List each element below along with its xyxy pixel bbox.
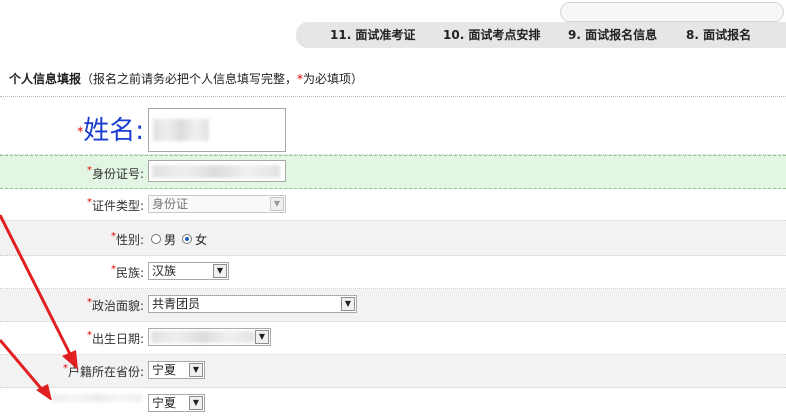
id-type-label: *证件类型:: [87, 197, 144, 214]
household-province-select[interactable]: 宁夏 ▼: [148, 361, 205, 379]
form-row-id-number: *身份证号:: [0, 155, 786, 189]
chevron-down-icon[interactable]: ▼: [213, 264, 227, 278]
gender-label: *性别:: [111, 231, 144, 248]
chevron-down-icon[interactable]: ▼: [255, 330, 269, 344]
section-title: 个人信息填报（报名之前请务必把个人信息填写完整，*为必填项）: [9, 70, 363, 87]
tab-interview-venue-arrangement[interactable]: 10. 面试考点安排: [443, 22, 540, 48]
form-row-gender: *性别: 男 女: [0, 221, 786, 256]
form-row-ethnicity: *民族: 汉族 ▼: [0, 256, 786, 289]
name-redacted-value: [153, 119, 209, 141]
id-number-redacted-value: [152, 165, 280, 178]
household-province-value: 宁夏: [152, 363, 177, 377]
form-row-name: *姓名:: [0, 100, 786, 155]
top-search-field[interactable]: [560, 2, 784, 22]
section-divider: [0, 96, 786, 97]
id-type-value: 身份证: [152, 197, 189, 211]
form-row-next-partial: 宁夏 ▼: [0, 388, 786, 418]
gender-male-label[interactable]: 男: [164, 231, 176, 248]
gender-female-radio[interactable]: [182, 234, 192, 244]
birthdate-label-text: 出生日期:: [91, 332, 144, 346]
id-type-select[interactable]: 身份证 ▼: [148, 195, 286, 213]
birthdate-redacted-value: [151, 331, 255, 343]
household-province-label-text: 户籍所在省份:: [67, 365, 144, 379]
form-row-id-type: *证件类型: 身份证 ▼: [0, 188, 786, 221]
section-note-close: 为必填项）: [303, 72, 364, 86]
next-row-value: 宁夏: [152, 396, 177, 410]
household-province-label: *户籍所在省份:: [63, 363, 144, 380]
ethnicity-value: 汉族: [152, 264, 177, 278]
section-note-open: （报名之前请务必把个人信息填写完整，: [81, 72, 298, 86]
birthdate-label: *出生日期:: [87, 330, 144, 347]
step-tabbar: 11. 面试准考证 10. 面试考点安排 9. 面试报名信息 8. 面试报名: [296, 22, 786, 48]
tab-interview-admission-ticket[interactable]: 11. 面试准考证: [330, 22, 415, 48]
gender-female-label[interactable]: 女: [195, 231, 207, 248]
id-number-label: *身份证号:: [87, 165, 144, 182]
gender-male-radio[interactable]: [151, 234, 161, 244]
id-type-label-text: 证件类型:: [91, 199, 144, 213]
form-row-political-status: *政治面貌: 共青团员 ▼: [0, 289, 786, 322]
political-status-label-text: 政治面貌:: [91, 299, 144, 313]
ethnicity-label-text: 民族:: [115, 266, 144, 280]
id-number-label-text: 身份证号:: [91, 167, 144, 181]
gender-label-text: 性别:: [115, 233, 144, 247]
form-row-household-province: *户籍所在省份: 宁夏 ▼: [0, 355, 786, 388]
name-label-text: 姓名:: [83, 116, 144, 146]
tab-interview-registration[interactable]: 8. 面试报名: [686, 22, 751, 48]
political-status-label: *政治面貌:: [87, 297, 144, 314]
political-status-value: 共青团员: [152, 297, 201, 311]
chevron-down-icon[interactable]: ▼: [341, 297, 355, 311]
chevron-down-icon[interactable]: ▼: [270, 197, 284, 211]
tab-interview-registration-info[interactable]: 9. 面试报名信息: [568, 22, 657, 48]
chevron-down-icon[interactable]: ▼: [189, 396, 203, 410]
ethnicity-label: *民族:: [111, 264, 144, 281]
chevron-down-icon[interactable]: ▼: [189, 363, 203, 377]
id-number-input[interactable]: [148, 160, 286, 182]
next-row-label-cut: [52, 394, 142, 402]
name-input[interactable]: [148, 108, 286, 152]
form-row-birthdate: *出生日期: ▼: [0, 322, 786, 355]
section-heading: 个人信息填报: [9, 72, 82, 86]
name-label: *姓名:: [77, 110, 144, 147]
political-status-select[interactable]: 共青团员 ▼: [148, 295, 357, 313]
ethnicity-select[interactable]: 汉族 ▼: [148, 262, 229, 280]
next-row-select[interactable]: 宁夏 ▼: [148, 394, 205, 412]
birthdate-select[interactable]: ▼: [148, 328, 271, 346]
